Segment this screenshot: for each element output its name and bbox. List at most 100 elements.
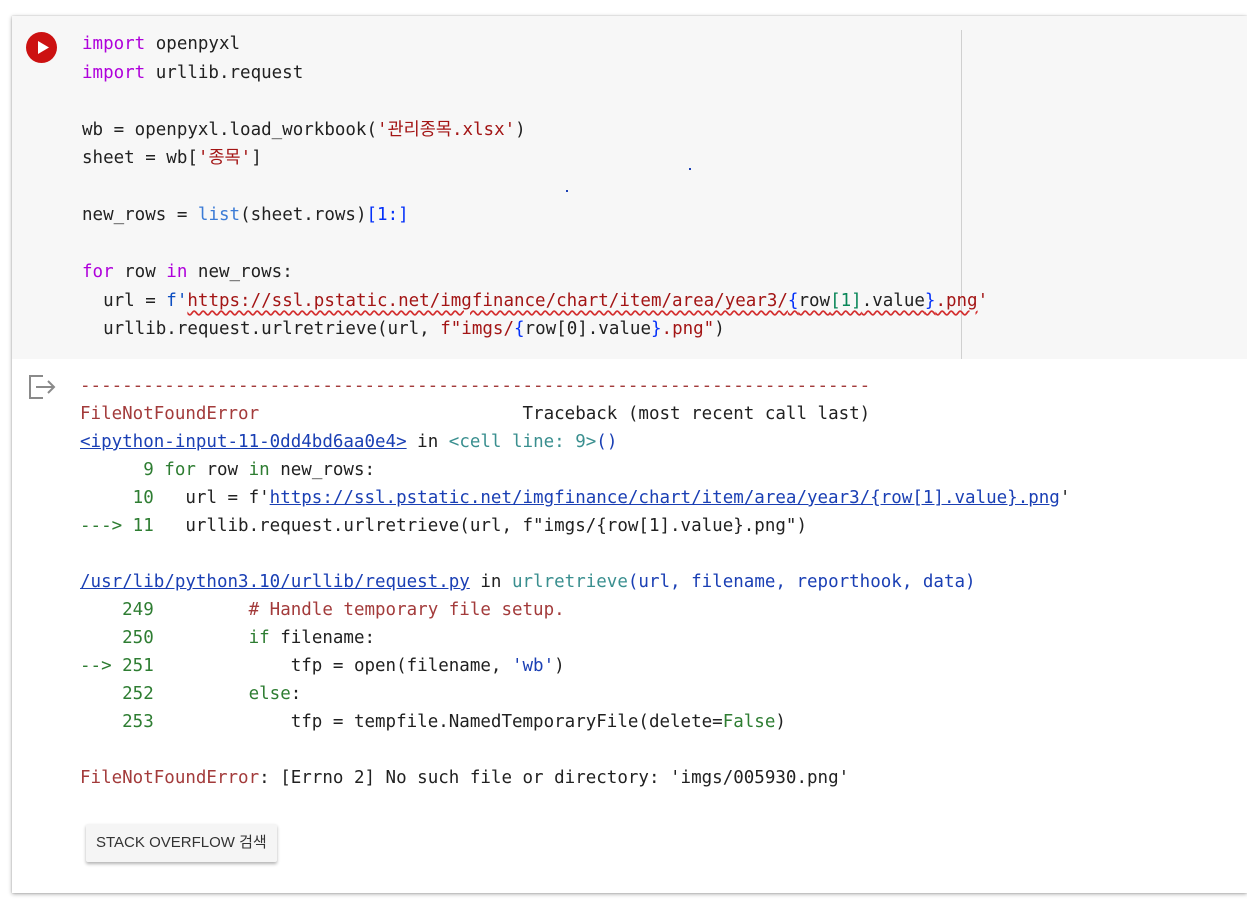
code-token: { (514, 319, 525, 339)
code-token: if (248, 628, 270, 648)
code-token: tfp = open(filename, (164, 656, 512, 676)
cell-output: ----------------------------------------… (80, 372, 1070, 792)
code-token: in (248, 460, 270, 480)
code-line: wb = openpyxl.load_workbook('관리종목.xlsx') (82, 116, 988, 145)
code-token: 10 (80, 488, 165, 508)
output-line: ---> 11 urllib.request.urlretrieve(url, … (80, 512, 1070, 540)
code-token: [1:] (366, 205, 409, 225)
code-token: ] (251, 148, 262, 168)
code-token: row (195, 460, 249, 480)
code-token: urlretrieve (511, 572, 628, 592)
code-token: import (82, 62, 146, 83)
code-token: urllib.request (145, 62, 304, 83)
code-token: .png" (661, 319, 715, 339)
code-token: .value (861, 290, 925, 311)
code-token: 253 (80, 712, 165, 732)
code-token: tfp = tempfile.NamedTemporaryFile(delete… (164, 712, 723, 732)
code-token: : (290, 684, 302, 704)
code-token: ' (977, 290, 989, 311)
code-token: (sheet.rows) (240, 205, 367, 225)
traceback-link[interactable]: /usr/lib/python3.10/urllib/request.py (80, 572, 470, 592)
code-token: 252 (80, 684, 165, 704)
code-token: <cell line: 9> (448, 432, 597, 452)
code-token: for (164, 460, 196, 480)
code-token: } (650, 319, 662, 339)
code-editor[interactable]: import openpyxl import urllib.request wb … (72, 16, 1247, 359)
code-token: filename: (269, 628, 376, 648)
code-token: row (113, 262, 167, 282)
code-token: 249 (80, 600, 165, 620)
code-token: ) (515, 119, 526, 140)
code-line: urllib.request.urlretrieve(url, f"imgs/{… (82, 315, 988, 344)
code-token: for (82, 262, 114, 282)
code-token: ----------------------------------------… (80, 376, 871, 396)
code-token: https://ssl.pstatic.net/imgfinance/chart… (187, 290, 788, 311)
code-line: import openpyxl (82, 30, 988, 59)
code-token: openpyxl (145, 34, 241, 54)
output-line: --> 251 tfp = open(filename, 'wb') (80, 652, 1070, 680)
code-token: url = f' (164, 488, 270, 508)
code-token: --> 251 (80, 656, 165, 676)
output-line: FileNotFoundError: [Errno 2] No such fil… (80, 764, 1070, 792)
output-exit-icon[interactable] (26, 372, 58, 402)
code-token: urllib.request.urlretrieve(url, (82, 319, 441, 339)
cursor-marker (689, 168, 691, 170)
code-token: ) (714, 319, 725, 339)
code-token: '종목' (197, 148, 252, 168)
output-line: ----------------------------------------… (80, 372, 1070, 400)
code-token: import (82, 34, 146, 54)
code-token: wb = openpyxl.load_workbook( (82, 119, 378, 140)
output-line: FileNotFoundError Traceback (most recent… (80, 400, 1070, 428)
code-token: 9 (80, 460, 165, 480)
code-token: sheet = wb[ (82, 148, 198, 168)
output-line: 250 if filename: (80, 624, 1070, 652)
output-line: 9 for row in new_rows: (80, 456, 1070, 484)
code-token: FileNotFoundError (80, 768, 260, 788)
code-token: '관리종목.xlsx' (377, 119, 516, 140)
code-token: in (166, 262, 188, 282)
code-token: Traceback (most recent call last) (259, 404, 871, 424)
search-stackoverflow-button[interactable]: STACK OVERFLOW 검색 (86, 824, 277, 862)
output-line: 249 # Handle temporary file setup. (80, 596, 1070, 624)
code-token: list (197, 205, 241, 225)
code-token: in (469, 572, 512, 592)
code-token: # Handle temporary file setup. (164, 600, 565, 620)
code-token: ) (775, 712, 786, 732)
code-token: .png (935, 290, 978, 311)
traceback-link[interactable]: <ipython-input-11-0dd4bd6aa0e4> (80, 432, 407, 452)
code-token: { (787, 290, 799, 311)
code-token: row[0].value (524, 319, 651, 339)
cursor-marker (566, 190, 568, 192)
code-token: FileNotFoundError (80, 404, 260, 424)
code-token: new_rows = (82, 205, 198, 225)
code-token: ) (554, 656, 565, 676)
code-token: (url, filename, reporthook, data) (627, 572, 976, 592)
code-token: in (406, 432, 449, 452)
output-line: 10 url = f'https://ssl.pstatic.net/imgfi… (80, 484, 1071, 512)
code-token: [1] (830, 290, 862, 311)
code-text[interactable]: import openpyxl import urllib.request wb … (82, 30, 988, 344)
traceback-link[interactable]: https://ssl.pstatic.net/imgfinance/chart… (270, 488, 1060, 508)
play-icon (38, 41, 49, 54)
code-line: sheet = wb['종목'] (82, 144, 988, 173)
code-token: : [Errno 2] No such file or directory: '… (259, 768, 850, 788)
code-token: f"imgs/ (440, 319, 514, 339)
code-token: new_rows: (269, 460, 376, 480)
output-line: /usr/lib/python3.10/urllib/request.py in… (80, 568, 1070, 596)
run-cell-button[interactable] (26, 32, 57, 63)
code-line: import urllib.request (82, 59, 988, 88)
output-line: 252 else: (80, 680, 1070, 708)
code-token: } (924, 290, 936, 311)
notebook-cell: import openpyxl import urllib.request wb … (12, 16, 1247, 893)
cell-gutter (12, 16, 72, 359)
output-line: <ipython-input-11-0dd4bd6aa0e4> in <cell… (80, 428, 1070, 456)
code-line: for row in new_rows: (82, 258, 988, 287)
code-token: 250 (80, 628, 165, 648)
